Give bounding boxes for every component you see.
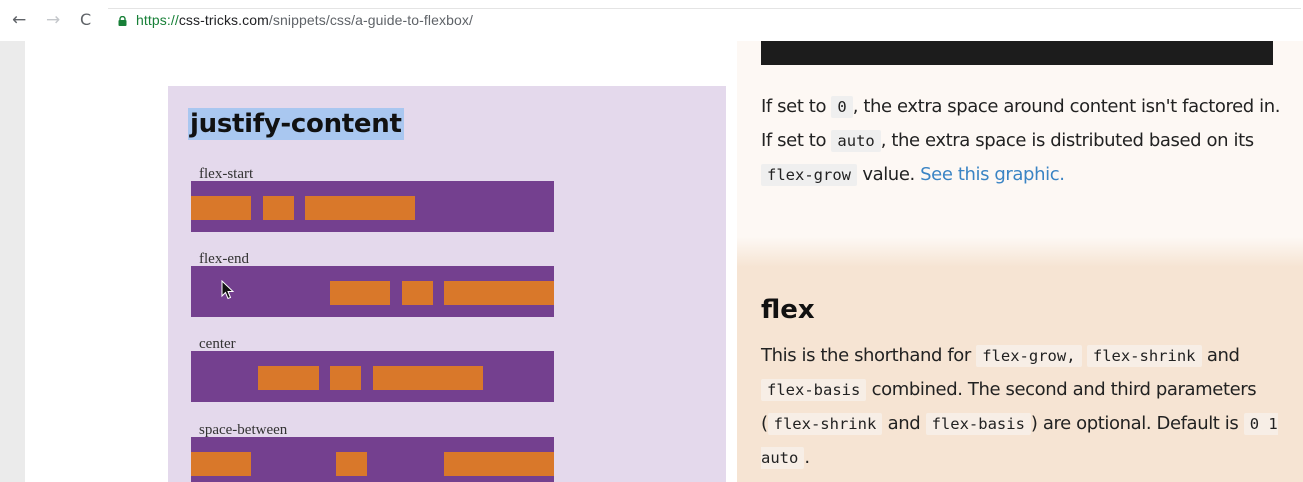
flex-item [263,196,294,220]
back-arrow-icon[interactable]: ← [12,11,26,29]
flex-item [191,452,251,476]
flex-item [330,366,361,390]
inline-code: flex-grow [761,164,857,186]
graphic-title: justify-content [188,108,404,141]
inline-code: flex-basis [925,413,1031,435]
justify-content-graphic: justify-content flex-start flex-end cent… [168,86,726,482]
flex-item [258,366,319,390]
code-block [761,41,1273,65]
page-viewport: justify-content flex-start flex-end cent… [0,41,1303,482]
flex-item [444,281,554,305]
inline-code: flex-grow, [976,345,1082,367]
graphic-title-text: justify-content [188,108,404,140]
browser-toolbar: ← → C https://css-tricks.com/snippets/cs… [0,0,1303,41]
right-column: If set to 0, the extra space around cont… [737,41,1303,482]
demo-label-flex-end: flex-end [199,251,249,267]
url-scheme: https:// [136,12,179,28]
cursor-icon [221,280,235,300]
flex-item [444,452,554,476]
text: and [882,413,926,434]
lock-icon [118,16,127,26]
text: and [1201,345,1240,366]
flex-basis-description: If set to 0, the extra space around cont… [761,90,1281,192]
forward-arrow-icon[interactable]: → [46,11,60,29]
flex-item [305,196,415,220]
text: value. [857,164,921,185]
demo-container-center [191,351,554,402]
flex-item [373,366,483,390]
text: . [804,447,810,468]
url-path: /snippets/css/a-guide-to-flexbox/ [268,12,473,28]
url-host: css-tricks.com [178,12,269,28]
url-text[interactable]: https://css-tricks.com/snippets/css/a-gu… [136,12,473,28]
flex-description: This is the shorthand for flex-grow, fle… [761,339,1281,475]
flex-property-section: flex This is the shorthand for flex-grow… [737,267,1303,482]
see-this-graphic-link[interactable]: See this graphic. [920,164,1065,185]
inline-code: 0 [831,96,853,118]
demo-label-space-between: space-between [199,422,288,438]
inline-code: flex-shrink [1086,345,1202,367]
text: This is the shorthand for [761,345,977,366]
demo-container-flex-start [191,181,554,232]
text: ) are optional. Default is [1030,413,1244,434]
flex-item [330,281,390,305]
inline-code: flex-shrink [767,413,883,435]
flex-item [402,281,433,305]
reload-icon[interactable]: C [80,11,91,29]
section-divider [737,237,1303,267]
demo-container-space-between [191,437,554,482]
inline-code: flex-basis [761,379,867,401]
demo-label-flex-start: flex-start [199,166,254,182]
inline-code: auto [831,130,881,152]
flex-item [336,452,367,476]
flex-heading: flex [761,295,815,325]
flex-item [191,196,251,220]
text: , the extra space is distributed based o… [880,130,1254,151]
demo-label-center: center [199,336,236,352]
text: If set to [761,96,832,117]
demo-container-flex-end [191,266,554,317]
